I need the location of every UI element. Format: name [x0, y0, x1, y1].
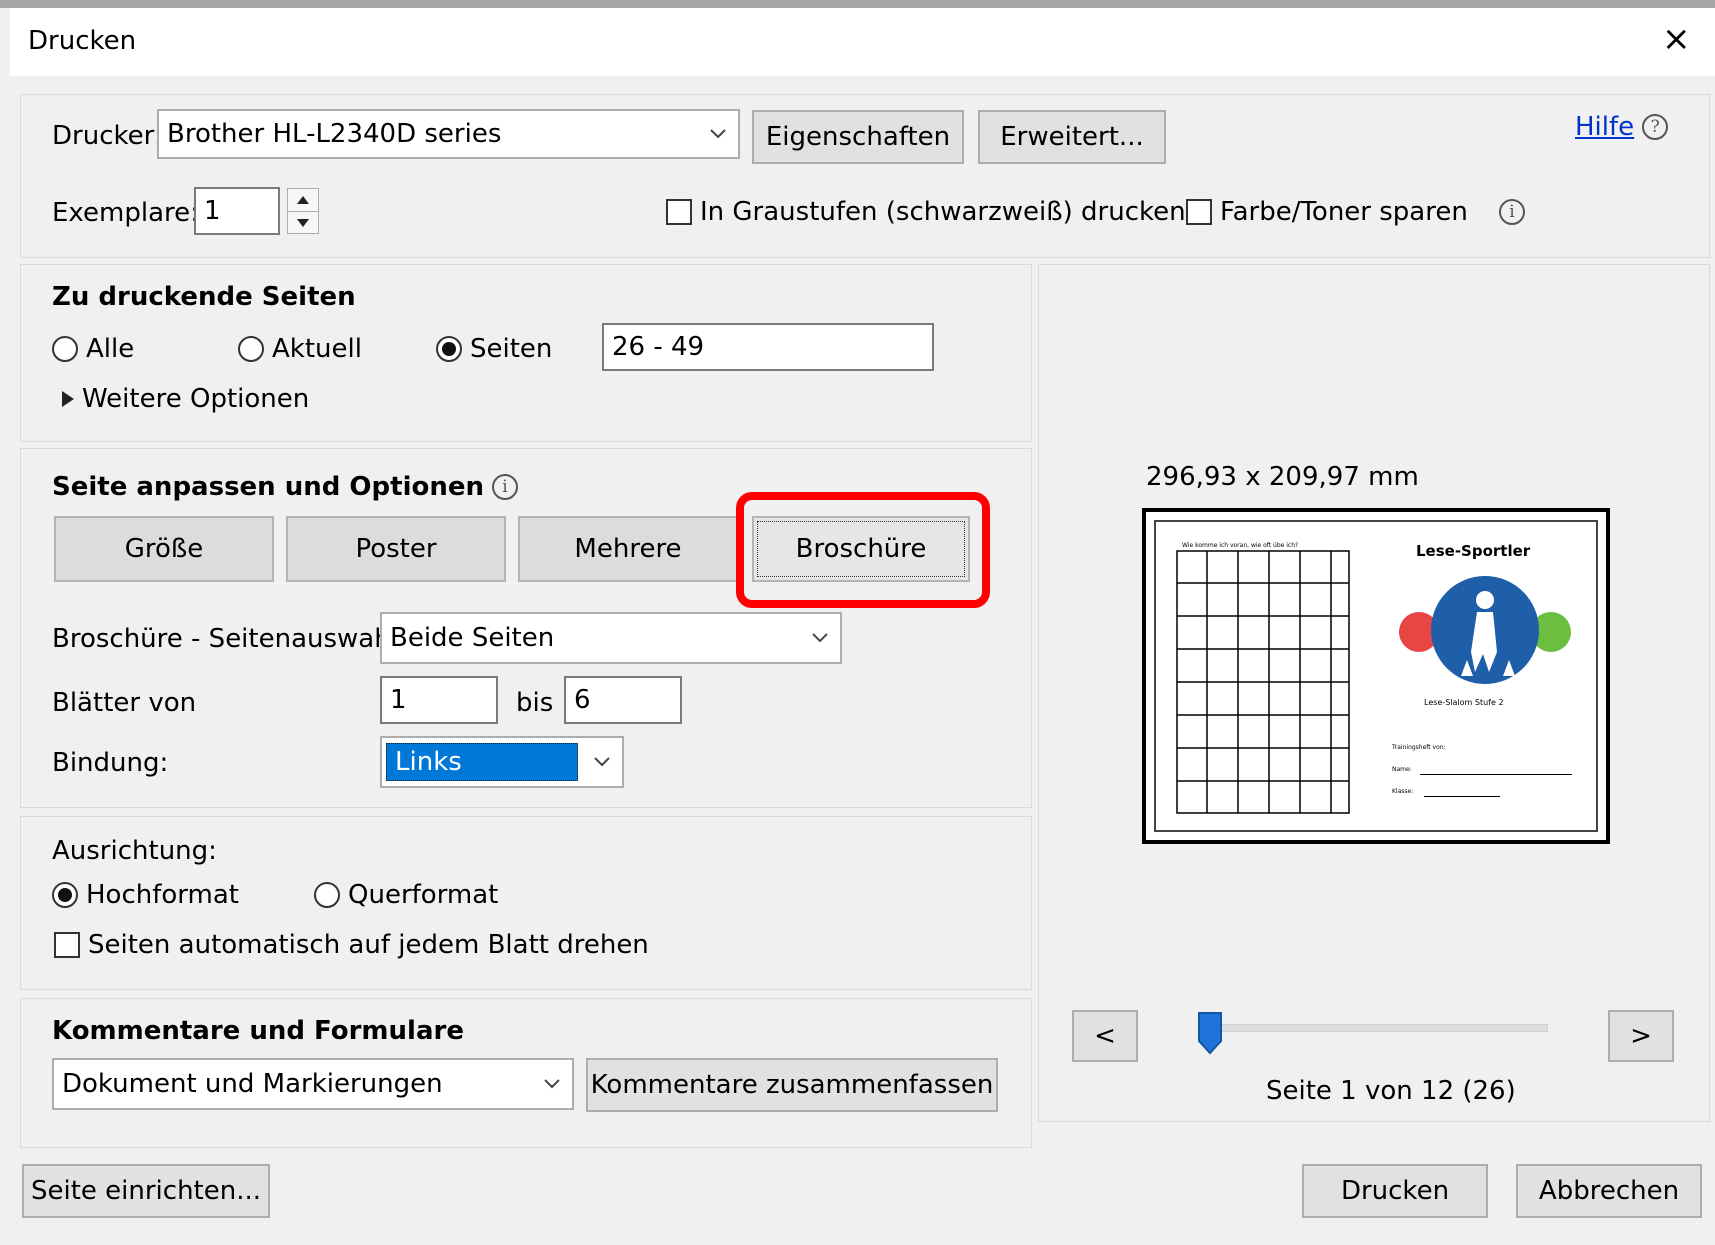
preview-page: Wie komme ich voran, wie oft übe ich? Le… [1142, 508, 1610, 844]
radio-landscape-button[interactable] [314, 882, 340, 908]
binding-value: Links [386, 743, 578, 781]
auto-rotate-checkbox[interactable] [54, 932, 80, 958]
radio-all-button[interactable] [52, 336, 78, 362]
copies-stepper[interactable] [287, 188, 319, 234]
radio-all-label: Alle [86, 334, 135, 364]
radio-all[interactable]: Alle [52, 334, 134, 364]
grayscale-label: In Graustufen (schwarzweiß) drucken [700, 197, 1186, 227]
save-toner-label: Farbe/Toner sparen [1220, 197, 1468, 227]
chevron-down-icon [532, 1060, 572, 1108]
properties-button[interactable]: Eigenschaften [752, 110, 964, 164]
copies-input[interactable]: 1 [194, 187, 280, 235]
auto-rotate[interactable]: Seiten automatisch auf jedem Blatt drehe… [54, 930, 649, 960]
orientation-heading: Ausrichtung: [52, 836, 217, 866]
print-button[interactable]: Drucken [1302, 1164, 1488, 1218]
booklet-subset-select[interactable]: Beide Seiten [380, 612, 842, 664]
doc-title: Lese-Sportler [1416, 542, 1531, 560]
cancel-button[interactable]: Abbrechen [1516, 1164, 1702, 1218]
stepper-up-icon[interactable] [288, 189, 318, 212]
tab-poster[interactable]: Poster [286, 516, 506, 582]
booklet-subset-label: Broschüre - Seitenauswahl: [52, 624, 407, 654]
doc-subtitle: Lese-Slalom Stufe 2 [1424, 698, 1504, 707]
triangle-right-icon [62, 391, 74, 407]
radio-pages[interactable]: Seiten [436, 334, 552, 364]
doc-header: Wie komme ich voran, wie oft übe ich? [1182, 542, 1299, 549]
comments-select-value: Dokument und Markierungen [62, 1069, 443, 1099]
chevron-down-icon [800, 614, 840, 662]
more-options-toggle[interactable]: Weitere Optionen [62, 384, 309, 414]
doc-field-3: Klasse: [1392, 788, 1414, 795]
info-icon[interactable]: i [1499, 199, 1525, 225]
radio-current-button[interactable] [238, 336, 264, 362]
sheets-from-input[interactable]: 1 [380, 676, 498, 724]
doc-grid [1176, 550, 1350, 814]
printer-label: Drucker: [52, 121, 163, 151]
radio-landscape[interactable]: Querformat [314, 880, 498, 910]
page-slider-track[interactable] [1200, 1024, 1548, 1032]
chevron-down-icon [698, 111, 738, 157]
grayscale-checkbox[interactable] [666, 199, 692, 225]
binding-select[interactable]: Links [380, 736, 624, 788]
chevron-down-icon [582, 738, 622, 786]
doc-field-2: Name: [1392, 766, 1412, 773]
radio-portrait[interactable]: Hochformat [52, 880, 239, 910]
close-icon[interactable]: × [1662, 22, 1691, 56]
tab-multiple[interactable]: Mehrere [518, 516, 738, 582]
radio-current-label: Aktuell [272, 334, 362, 364]
help-link[interactable]: Hilfe [1575, 112, 1634, 142]
doc-field-1: Trainingsheft von: [1392, 744, 1446, 751]
radio-portrait-button[interactable] [52, 882, 78, 908]
page-setup-button[interactable]: Seite einrichten... [22, 1164, 270, 1218]
radio-current[interactable]: Aktuell [238, 334, 362, 364]
summarize-comments-button[interactable]: Kommentare zusammenfassen [586, 1058, 998, 1112]
page-slider-thumb[interactable] [1197, 1011, 1223, 1062]
doc-logo-icon [1399, 576, 1571, 684]
radio-pages-button[interactable] [436, 336, 462, 362]
more-options-label: Weitere Optionen [82, 384, 310, 414]
comments-heading: Kommentare und Formulare [52, 1016, 464, 1046]
page-range-input[interactable]: 26 - 49 [602, 323, 934, 371]
sizing-heading: Seite anpassen und Optionen [52, 472, 484, 502]
next-page-button[interactable]: > [1608, 1010, 1674, 1062]
save-toner-checkbox[interactable] [1186, 199, 1212, 225]
printer-select-value: Brother HL-L2340D series [167, 119, 502, 149]
page-size-label: 296,93 x 209,97 mm [1146, 462, 1419, 492]
window-title: Drucken [28, 26, 137, 56]
page-info: Seite 1 von 12 (26) [1266, 1076, 1516, 1106]
copies-label: Exemplare: [52, 198, 199, 228]
sheets-from-label: Blätter von [52, 688, 197, 718]
title-bar [10, 8, 1715, 76]
radio-landscape-label: Querformat [348, 880, 499, 910]
binding-label: Bindung: [52, 748, 169, 778]
pages-heading: Zu druckende Seiten [52, 282, 356, 312]
highlight-annotation [736, 492, 990, 608]
prev-page-button[interactable]: < [1072, 1010, 1138, 1062]
booklet-subset-value: Beide Seiten [390, 623, 555, 653]
printer-select[interactable]: Brother HL-L2340D series [157, 109, 740, 159]
radio-portrait-label: Hochformat [86, 880, 239, 910]
window-top-border [0, 0, 1715, 8]
comments-select[interactable]: Dokument und Markierungen [52, 1058, 574, 1110]
sizing-info-icon[interactable]: i [492, 474, 518, 500]
advanced-button[interactable]: Erweitert... [978, 110, 1166, 164]
radio-pages-label: Seiten [470, 334, 553, 364]
stepper-down-icon[interactable] [288, 212, 318, 234]
auto-rotate-label: Seiten automatisch auf jedem Blatt drehe… [88, 930, 649, 960]
sheets-to-input[interactable]: 6 [564, 676, 682, 724]
help-question-icon[interactable]: ? [1642, 114, 1669, 140]
sheets-to-label: bis [516, 688, 554, 718]
tab-size[interactable]: Größe [54, 516, 274, 582]
